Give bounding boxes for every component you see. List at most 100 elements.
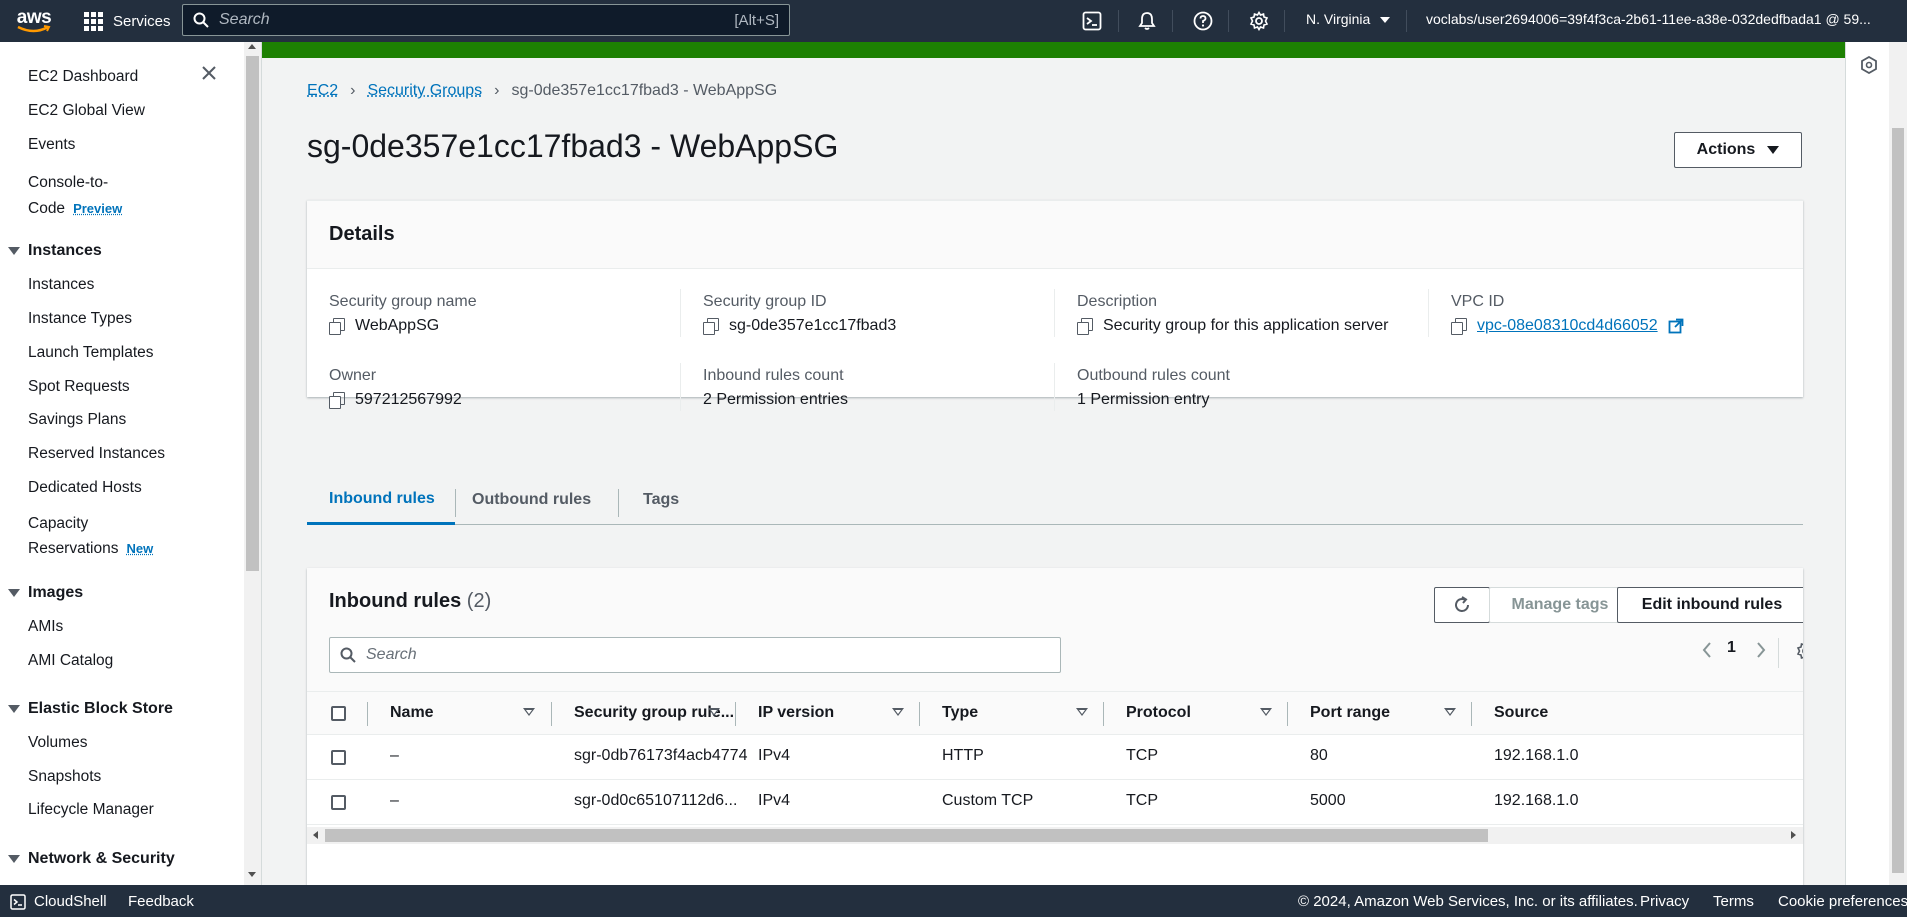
copy-icon[interactable] (329, 392, 345, 408)
privacy-link[interactable]: Privacy (1640, 893, 1689, 910)
scrollbar-thumb[interactable] (246, 56, 259, 571)
sidebar-section-instances[interactable]: Instances (8, 242, 102, 260)
sidebar-item-ec2-global-view[interactable]: EC2 Global View (28, 102, 145, 120)
sidebar-item-launch-templates[interactable]: Launch Templates (28, 344, 154, 362)
page-title: sg-0de357e1cc17fbad3 - WebAppSG (307, 128, 838, 165)
search-icon (340, 647, 356, 663)
table-row[interactable]: – sgr-0d0c65107112d6... IPv4 Custom TCP … (307, 780, 1803, 825)
sidebar-item-console-to-code[interactable]: Console-to- Code Preview (28, 170, 122, 222)
sidebar-item-instance-types[interactable]: Instance Types (28, 310, 132, 328)
tab-inbound-rules[interactable]: Inbound rules (307, 475, 455, 525)
cloudshell-label: CloudShell (34, 893, 107, 910)
terms-link[interactable]: Terms (1713, 893, 1754, 910)
sidebar-section-images[interactable]: Images (8, 584, 83, 602)
table-row[interactable]: – sgr-0db76173f4acb4774 IPv4 HTTP TCP 80… (307, 735, 1803, 780)
vpc-id-link[interactable]: vpc-08e08310cd4d66052 (1477, 317, 1658, 335)
sidebar-item-dedicated-hosts[interactable]: Dedicated Hosts (28, 479, 142, 497)
column-header-name[interactable]: Name (390, 704, 434, 722)
sidebar-item-lifecycle-manager[interactable]: Lifecycle Manager (28, 801, 154, 819)
feedback-link[interactable]: Feedback (128, 893, 194, 910)
sidebar-item-amis[interactable]: AMIs (28, 618, 63, 636)
settings-gear-icon[interactable] (1248, 10, 1270, 32)
column-header-type[interactable]: Type (942, 704, 978, 722)
row-checkbox[interactable] (331, 795, 346, 810)
pagination-page-number[interactable]: 1 (1727, 639, 1736, 657)
page-scrollbar[interactable] (1889, 42, 1907, 885)
column-divider[interactable] (1103, 702, 1104, 726)
sort-icon[interactable] (523, 708, 535, 716)
column-header-source[interactable]: Source (1494, 704, 1548, 722)
breadcrumb: EC2 › Security Groups › sg-0de357e1cc17f… (307, 82, 777, 100)
sort-icon[interactable] (1444, 708, 1456, 716)
tab-outbound-rules[interactable]: Outbound rules (472, 475, 591, 525)
region-selector[interactable]: N. Virginia (1306, 11, 1390, 27)
sidebar-item-ami-catalog[interactable]: AMI Catalog (28, 652, 113, 670)
scrollbar-thumb[interactable] (325, 829, 1488, 842)
select-all-checkbox[interactable] (331, 706, 346, 721)
sidebar-item-spot-requests[interactable]: Spot Requests (28, 378, 130, 396)
sidebar-item-ec2-dashboard[interactable]: EC2 Dashboard (28, 68, 138, 86)
scroll-left-arrow-icon[interactable] (313, 831, 318, 839)
column-divider[interactable] (1287, 702, 1288, 726)
column-divider[interactable] (919, 702, 920, 726)
nav-divider (1172, 10, 1173, 32)
sidebar-item-volumes[interactable]: Volumes (28, 734, 87, 752)
sidebar-section-network-security[interactable]: Network & Security (8, 850, 175, 868)
sidebar-item-reserved-instances[interactable]: Reserved Instances (28, 445, 165, 463)
cell-source: 192.168.1.0 (1494, 792, 1579, 810)
external-link-icon[interactable] (1668, 318, 1684, 334)
sidebar-scrollbar[interactable] (244, 42, 261, 885)
sidebar-section-ebs[interactable]: Elastic Block Store (8, 700, 173, 718)
row-checkbox[interactable] (331, 750, 346, 765)
sidebar-item-instances[interactable]: Instances (28, 276, 94, 294)
services-menu-button[interactable]: Services (84, 12, 171, 31)
preview-badge[interactable]: Preview (73, 201, 122, 216)
table-preferences-gear-icon[interactable] (1796, 641, 1803, 666)
copy-icon[interactable] (703, 318, 719, 334)
section-title: Images (28, 584, 83, 602)
copy-icon[interactable] (329, 318, 345, 334)
scroll-right-arrow-icon[interactable] (1791, 831, 1796, 839)
refresh-button[interactable] (1434, 587, 1490, 623)
manage-tags-button[interactable]: Manage tags (1489, 587, 1631, 623)
sidebar-item-events[interactable]: Events (28, 136, 75, 154)
copy-icon[interactable] (1451, 318, 1467, 334)
sidebar-item-capacity-reservations[interactable]: Capacity Reservations New (28, 511, 153, 561)
breadcrumb-security-groups-link[interactable]: Security Groups (367, 82, 482, 100)
column-divider[interactable] (551, 702, 552, 726)
rules-search-input[interactable]: Search (329, 637, 1061, 673)
close-icon[interactable] (200, 64, 218, 82)
cloudshell-button[interactable]: CloudShell (10, 893, 107, 910)
cloudshell-icon[interactable] (1081, 10, 1103, 32)
pagination-next-icon[interactable] (1755, 641, 1767, 664)
info-panel-icon[interactable] (1860, 56, 1878, 79)
scroll-down-arrow-icon[interactable] (248, 872, 256, 877)
sort-icon[interactable] (1076, 708, 1088, 716)
edit-inbound-rules-button[interactable]: Edit inbound rules (1617, 587, 1803, 623)
sidebar-item-snapshots[interactable]: Snapshots (28, 768, 101, 786)
copy-icon[interactable] (1077, 318, 1093, 334)
help-icon[interactable] (1192, 10, 1214, 32)
global-search-input[interactable]: Search [Alt+S] (182, 4, 790, 36)
table-horizontal-scrollbar[interactable] (307, 827, 1803, 844)
aws-logo[interactable]: aws (8, 0, 60, 42)
account-menu[interactable]: voclabs/user2694006=39f4f3ca-2b61-11ee-a… (1426, 11, 1871, 27)
pagination-prev-icon[interactable] (1701, 641, 1713, 664)
column-divider[interactable] (735, 702, 736, 726)
scrollbar-thumb[interactable] (1892, 128, 1904, 873)
sort-icon[interactable] (708, 708, 720, 716)
column-divider[interactable] (1471, 702, 1472, 726)
actions-button[interactable]: Actions (1674, 132, 1802, 168)
scroll-up-arrow-icon[interactable] (248, 44, 256, 49)
breadcrumb-ec2-link[interactable]: EC2 (307, 82, 338, 100)
cookie-preferences-link[interactable]: Cookie preferences (1778, 893, 1907, 910)
new-badge[interactable]: New (126, 541, 153, 556)
sort-icon[interactable] (892, 708, 904, 716)
tab-tags[interactable]: Tags (643, 475, 679, 525)
sidebar-item-savings-plans[interactable]: Savings Plans (28, 411, 126, 429)
notifications-bell-icon[interactable] (1136, 10, 1158, 32)
sort-icon[interactable] (1260, 708, 1272, 716)
column-header-port-range[interactable]: Port range (1310, 704, 1390, 722)
column-header-protocol[interactable]: Protocol (1126, 704, 1191, 722)
column-header-ip-version[interactable]: IP version (758, 704, 834, 722)
